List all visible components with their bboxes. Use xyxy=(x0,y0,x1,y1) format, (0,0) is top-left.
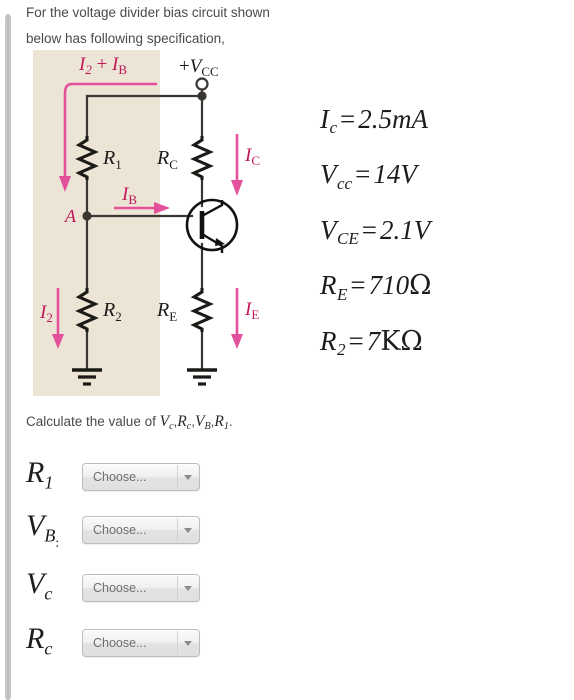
current-arrow-ie xyxy=(231,288,243,349)
answer-select-r1-value: Choose... xyxy=(93,470,147,484)
calc-suffix: . xyxy=(228,414,233,429)
junction-dot-nodeA xyxy=(82,211,92,221)
given-specifications: Ic = 2.5mA Vcc = 14V VCE = 2.1V RE = 710Ω R2 = 7KΩ xyxy=(320,96,570,373)
equation-re: RE = 710Ω xyxy=(320,270,432,304)
answer-label-vc: Vc xyxy=(26,566,53,603)
circuit-diagram: +VCC I2 + IB R1 R2 RC RE IC IE IB I2 A xyxy=(26,48,276,398)
current-arrow-ic xyxy=(231,134,243,196)
select-divider xyxy=(177,465,178,489)
answer-select-r1[interactable]: Choose... xyxy=(82,463,200,491)
answer-select-rc[interactable]: Choose... xyxy=(82,629,200,657)
label-ie: IE xyxy=(244,299,259,322)
equation-vcc: Vcc = 14V xyxy=(320,159,417,193)
answer-select-vc-value: Choose... xyxy=(93,581,147,595)
answer-select-vb-value: Choose... xyxy=(93,523,147,537)
vcc-terminal-circle xyxy=(195,77,209,91)
answer-row-r1: R1 Choose... xyxy=(26,455,200,499)
question-line-1: For the voltage divider bias circuit sho… xyxy=(26,5,270,20)
label-ic: IC xyxy=(244,145,260,168)
divider-highlight-region xyxy=(33,50,160,396)
chevron-down-icon xyxy=(184,586,192,591)
chevron-down-icon xyxy=(184,528,192,533)
answer-select-rc-value: Choose... xyxy=(93,636,147,650)
resistor-re xyxy=(190,288,214,332)
answer-label-vb: VB: xyxy=(26,508,60,550)
calc-var-r1: R1 xyxy=(214,413,229,433)
answer-row-vb: VB: Choose... xyxy=(26,508,200,552)
calc-var-rc: Rc xyxy=(177,413,192,433)
resistor-rc xyxy=(190,136,214,180)
npn-transistor-symbol xyxy=(185,198,239,253)
answer-row-rc: Rc Choose... xyxy=(26,621,200,665)
vertical-scrollbar[interactable] xyxy=(5,14,11,700)
equation-vce: VCE = 2.1V xyxy=(320,214,431,249)
question-prompt: For the voltage divider bias circuit sho… xyxy=(26,0,326,52)
answer-select-vb[interactable]: Choose... xyxy=(82,516,200,544)
calculate-prefix: Calculate the value of xyxy=(26,414,160,429)
chevron-down-icon xyxy=(184,641,192,646)
calc-var-vc: Vc xyxy=(159,413,174,433)
ground-symbol-emitter xyxy=(187,368,217,386)
label-re: RE xyxy=(156,299,177,324)
answer-label-rc: Rc xyxy=(26,621,53,658)
label-node-a: A xyxy=(64,206,77,226)
label-vcc: +VCC xyxy=(179,56,219,79)
calculate-instruction: Calculate the value of Vc,Rc,VB,R1. xyxy=(26,413,233,432)
select-divider xyxy=(177,518,178,542)
select-divider xyxy=(177,576,178,600)
answer-row-vc: Vc Choose... xyxy=(26,566,200,610)
select-divider xyxy=(177,631,178,655)
answer-label-r1: R1 xyxy=(26,455,54,492)
junction-dot-vcc xyxy=(197,91,207,101)
equation-r2: R2 = 7KΩ xyxy=(320,325,423,360)
chevron-down-icon xyxy=(184,475,192,480)
answer-select-vc[interactable]: Choose... xyxy=(82,574,200,602)
equation-ic: Ic = 2.5mA xyxy=(320,104,429,138)
calc-var-vb: VB xyxy=(195,413,211,433)
label-rc: RC xyxy=(156,147,178,172)
